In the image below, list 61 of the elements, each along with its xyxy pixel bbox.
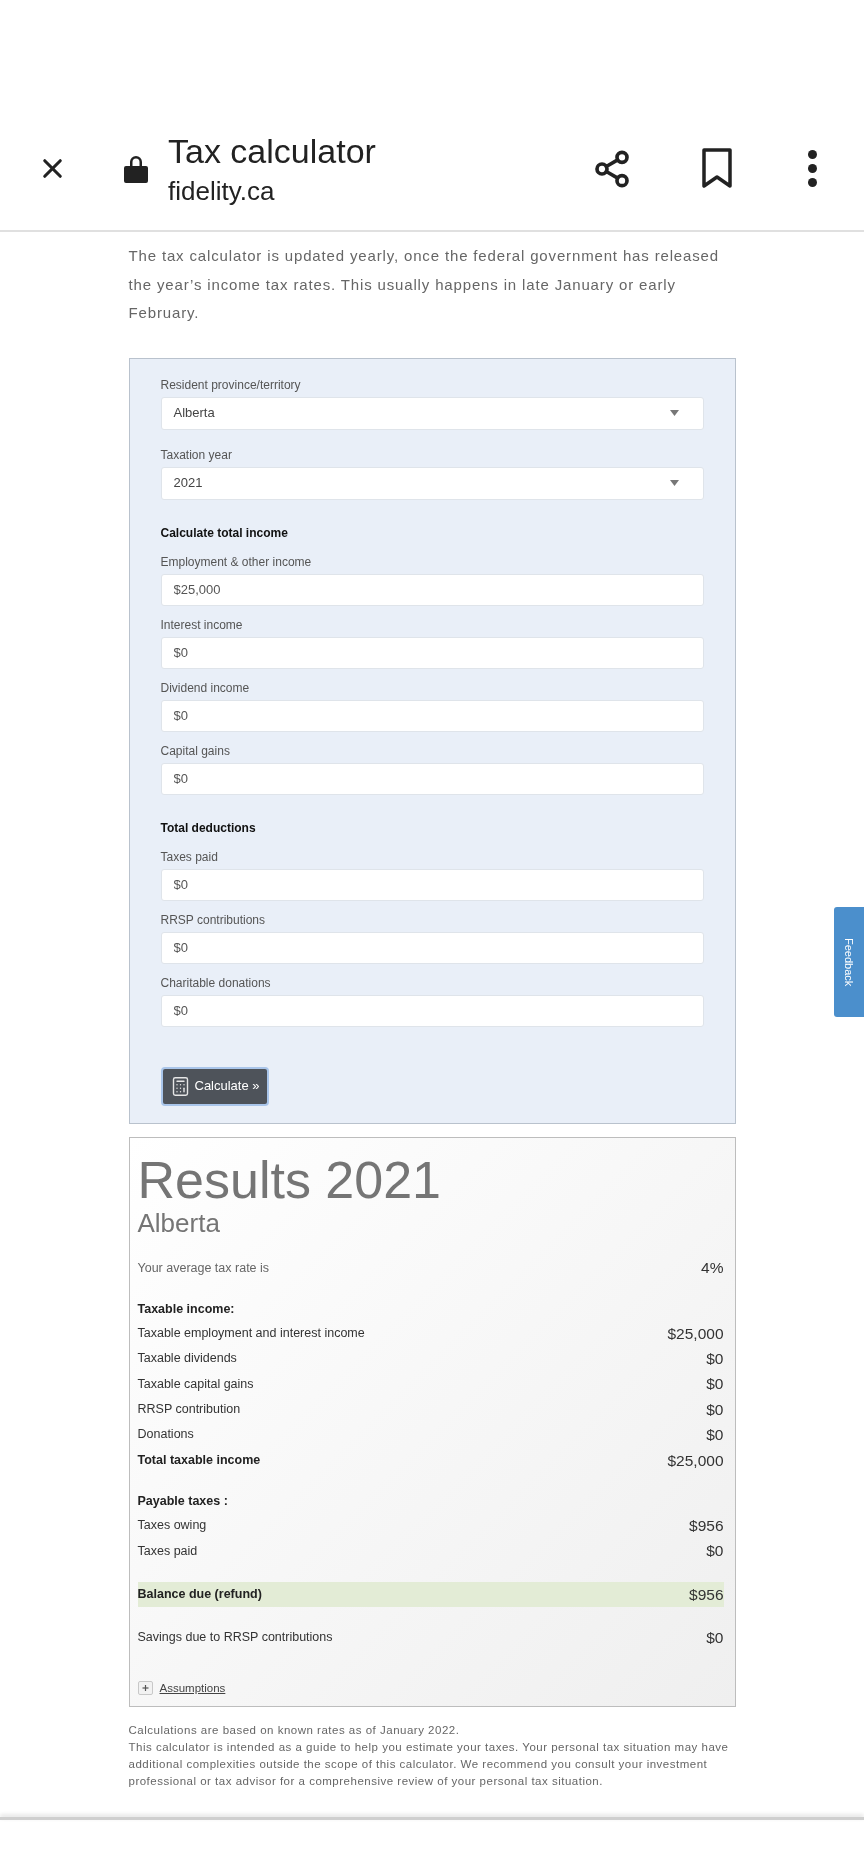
field-label: Dividend income [160, 679, 251, 696]
field-label: Capital gains [160, 742, 231, 759]
menu-icon [808, 150, 817, 187]
row-label: Balance due (refund) [137, 1585, 262, 1603]
row-label: Donations [137, 1426, 194, 1444]
row-value: $0 [706, 1425, 724, 1446]
row-label: Taxes owing [137, 1517, 207, 1535]
row-label: Taxable capital gains [137, 1375, 254, 1393]
bookmark-button[interactable] [702, 148, 732, 189]
footnote-text: This calculator is intended as a guide to help you estimate your taxes. Your personal tax situation may have additional complexities outside the scope of this calculator. We recommend you consult your investment professional or tax advisor for a comprehensive review of your personal tax situation. [128, 1740, 730, 1789]
field-label: RRSP contributions [160, 911, 266, 928]
row-value: $0 [706, 1348, 724, 1369]
row-value: $25,000 [667, 1323, 724, 1344]
field-label: Taxation year [160, 446, 233, 463]
row-label: Savings due to RRSP contributions [137, 1628, 333, 1646]
row-value: $0 [706, 1541, 724, 1562]
row-label: Taxes paid [137, 1542, 198, 1560]
field-label: Resident province/territory [160, 376, 302, 393]
caret-icon [669, 480, 679, 486]
select-field[interactable]: 2021 [160, 466, 704, 500]
bookmark-icon [702, 148, 732, 189]
assumptions-link[interactable]: Assumptions [159, 1680, 226, 1696]
section-heading: Total deductions [160, 819, 257, 836]
section-heading: Calculate total income [160, 524, 289, 541]
row-label: Taxable employment and interest income [137, 1324, 365, 1342]
input-field[interactable]: $0 [160, 868, 704, 901]
expand-icon[interactable] [137, 1681, 153, 1695]
calculate-button[interactable]: Calculate » [160, 1066, 269, 1106]
intro-text: The tax calculator is updated yearly, once the federal government has released the year’s income tax rates. This usually happens in late January or early February. [128, 246, 720, 323]
field-label: Employment & other income [160, 553, 313, 570]
row-value: $956 [689, 1584, 724, 1605]
more-button[interactable] [808, 148, 817, 189]
row-value: $0 [706, 1399, 724, 1420]
input-field[interactable]: $25,000 [160, 573, 704, 606]
row-label: Taxable dividends [137, 1350, 237, 1368]
region-name: Alberta [137, 1207, 221, 1238]
input-field[interactable]: $0 [160, 636, 704, 669]
page-url: fidelity.ca [168, 176, 276, 206]
input-field[interactable]: $0 [160, 699, 704, 732]
section-heading: Taxable income: [137, 1301, 236, 1319]
row-value: 4% [701, 1258, 724, 1279]
row-label: RRSP contribution [137, 1401, 241, 1418]
row-label: Your average tax rate is [137, 1259, 270, 1277]
caret-icon [669, 410, 679, 416]
input-field[interactable]: $0 [160, 994, 704, 1027]
section-heading: Payable taxes : [137, 1493, 229, 1511]
row-value: $956 [689, 1515, 724, 1536]
row-value: $25,000 [667, 1450, 724, 1471]
input-field[interactable]: $0 [160, 762, 704, 795]
field-label: Charitable donations [160, 974, 272, 991]
page-title: Tax calculator [168, 131, 376, 171]
field-label: Interest income [160, 616, 244, 633]
row-value: $0 [706, 1374, 724, 1395]
input-field[interactable]: $0 [160, 931, 704, 964]
lock-icon [124, 154, 148, 183]
row-label: Total taxable income [137, 1451, 261, 1469]
select-field[interactable]: Alberta [160, 396, 704, 430]
field-label: Taxes paid [160, 848, 219, 865]
results-title: Results 2021 [137, 1151, 443, 1208]
row-value: $0 [706, 1627, 724, 1648]
footnote-text: Calculations are based on known rates as of January 2022. [128, 1723, 461, 1738]
